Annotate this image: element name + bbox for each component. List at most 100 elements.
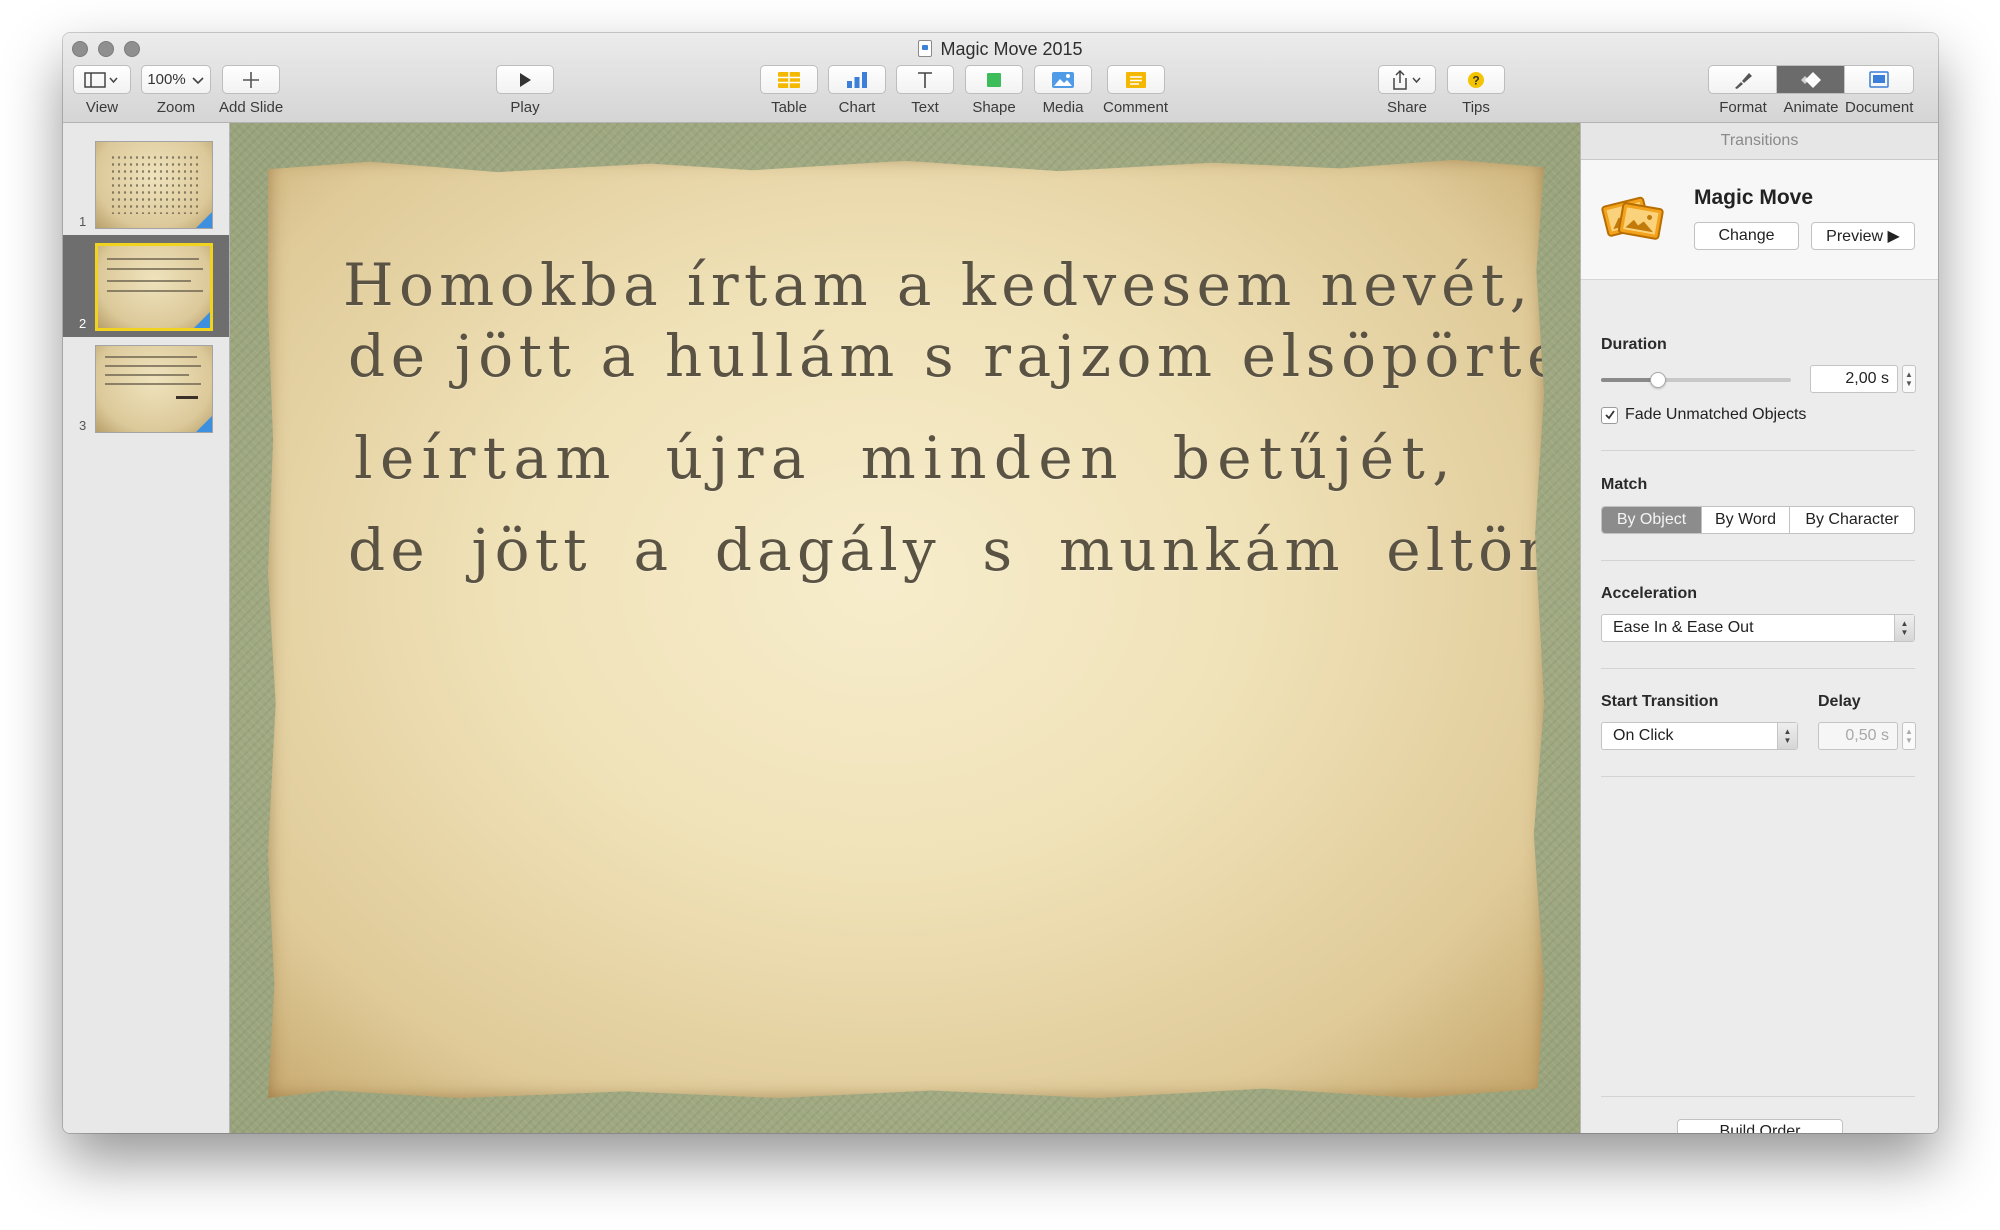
keynote-document-icon [918, 40, 933, 57]
app-window: Magic Move 2015 View 100% Zoom Add Slide… [63, 33, 1938, 1133]
add-slide-label: Add Slide [219, 99, 284, 116]
duration-slider[interactable] [1601, 370, 1791, 390]
delay-value: 0,50 s [1845, 727, 1889, 744]
slide-canvas: Homokba írtam a kedvesem nevét, de jött … [230, 123, 1580, 1133]
checkmark-icon [1604, 410, 1615, 420]
slider-knob[interactable] [1649, 372, 1666, 388]
stepper-up-icon: ▲ [1905, 370, 1913, 379]
add-slide-control: Add Slide [219, 65, 283, 116]
comment-button[interactable] [1106, 65, 1165, 94]
text-line-preview [105, 383, 201, 385]
text-line-preview [107, 280, 191, 282]
help-icon: ? [1468, 71, 1484, 88]
table-button[interactable] [760, 65, 818, 94]
match-by-object[interactable]: By Object [1602, 507, 1702, 533]
text-line-preview [107, 258, 199, 260]
play-label: Play [510, 99, 540, 116]
poem-line-1[interactable]: Homokba írtam a kedvesem nevét, [343, 253, 1533, 317]
document-tab[interactable] [1845, 66, 1913, 93]
view-button[interactable] [73, 65, 131, 94]
slide-navigator: 1 2 3 [63, 123, 230, 1133]
share-button[interactable] [1378, 65, 1436, 94]
media-button[interactable] [1034, 65, 1092, 94]
tips-button[interactable]: ? [1447, 65, 1505, 94]
slide-number: 2 [79, 316, 87, 331]
inspector-tab-header[interactable]: Transitions [1581, 123, 1938, 160]
table-control: Table [760, 65, 818, 116]
comment-icon [1125, 71, 1146, 88]
text-button[interactable] [896, 65, 954, 94]
duration-stepper[interactable]: ▲ ▼ [1902, 365, 1916, 393]
slide-thumbnail-3[interactable]: 3 [63, 337, 229, 439]
view-control: View [73, 65, 131, 116]
match-by-character[interactable]: By Character [1790, 507, 1914, 533]
animate-tab[interactable] [1777, 66, 1845, 93]
start-transition-popup[interactable]: On Click ▲ ▼ [1601, 722, 1798, 750]
start-transition-value: On Click [1613, 727, 1674, 744]
duration-field[interactable]: 2,00 s [1810, 365, 1898, 393]
text-control: Text [896, 65, 954, 116]
animate-inspector: Transitions Magic Move Change Preview ▶ [1580, 123, 1938, 1133]
text-line-preview [107, 290, 203, 292]
shape-icon [987, 72, 1001, 87]
shape-button[interactable] [965, 65, 1023, 94]
build-order-button[interactable]: Build Order [1677, 1119, 1843, 1133]
divider [1601, 776, 1915, 777]
delay-field[interactable]: 0,50 s [1818, 722, 1898, 750]
table-label: Table [771, 99, 807, 116]
slide-number: 3 [79, 418, 87, 433]
slide-thumbnail-1[interactable]: 1 [63, 133, 229, 235]
fade-unmatched-label: Fade Unmatched Objects [1625, 406, 1807, 423]
magic-move-icon [1601, 196, 1664, 240]
slide[interactable]: Homokba írtam a kedvesem nevét, de jött … [268, 159, 1544, 1098]
play-icon [520, 72, 531, 87]
play-button[interactable] [496, 65, 554, 94]
delay-stepper[interactable]: ▲ ▼ [1902, 722, 1916, 750]
stepper-down-icon: ▼ [1905, 736, 1913, 745]
format-tab[interactable] [1709, 66, 1777, 93]
signature-preview [176, 396, 198, 399]
match-by-word[interactable]: By Word [1702, 507, 1790, 533]
divider [1601, 1096, 1915, 1097]
svg-text:?: ? [1472, 73, 1479, 87]
poem-line-3[interactable]: leírtam újra minden betűjét, [354, 426, 1458, 490]
view-icon [84, 71, 118, 88]
divider [1601, 450, 1915, 451]
preview-button[interactable]: Preview ▶ [1811, 222, 1915, 250]
shape-control: Shape [965, 65, 1023, 116]
slide-thumbnail-image [95, 243, 213, 331]
slide-number: 1 [79, 214, 87, 229]
format-label: Format [1719, 99, 1767, 116]
poem-line-2[interactable]: de jött a hullám s rajzom elsöpörte: [348, 324, 1544, 388]
chart-label: Chart [838, 99, 876, 116]
fade-unmatched-checkbox[interactable]: Fade Unmatched Objects [1601, 406, 1806, 424]
text-icon [918, 71, 932, 88]
text-line-preview [105, 356, 197, 358]
media-icon [1052, 71, 1074, 88]
chart-button[interactable] [828, 65, 886, 94]
popup-arrows-icon: ▲ ▼ [1777, 723, 1797, 749]
change-transition-button[interactable]: Change [1694, 222, 1799, 250]
text-line-preview [105, 374, 189, 376]
chart-control: Chart [828, 65, 886, 116]
slide-thumbnail-image [95, 141, 213, 229]
add-slide-button[interactable] [222, 65, 281, 94]
slide-thumbnail-2[interactable]: 2 [63, 235, 229, 337]
chart-icon [847, 71, 867, 88]
table-icon [778, 71, 800, 88]
checkbox-box [1601, 406, 1618, 424]
comment-label: Comment [1103, 99, 1169, 116]
slide-thumbnail-image [95, 345, 213, 433]
popup-arrows-icon: ▲ ▼ [1894, 615, 1914, 641]
toolbar: Magic Move 2015 View 100% Zoom Add Slide… [63, 33, 1938, 123]
document-label: Document [1845, 99, 1914, 116]
acceleration-popup[interactable]: Ease In & Ease Out ▲ ▼ [1601, 614, 1915, 642]
zoom-popup[interactable]: 100% [141, 65, 211, 94]
duration-value: 2,00 s [1845, 370, 1889, 387]
poem-line-4[interactable]: de jött a dagály s munkám eltörölte. [348, 518, 1544, 582]
transition-marker-icon [194, 312, 210, 328]
window-title: Magic Move 2015 [63, 38, 1938, 60]
start-transition-label: Start Transition [1601, 693, 1719, 710]
play-control: Play [496, 65, 554, 116]
document-icon [1869, 70, 1889, 88]
